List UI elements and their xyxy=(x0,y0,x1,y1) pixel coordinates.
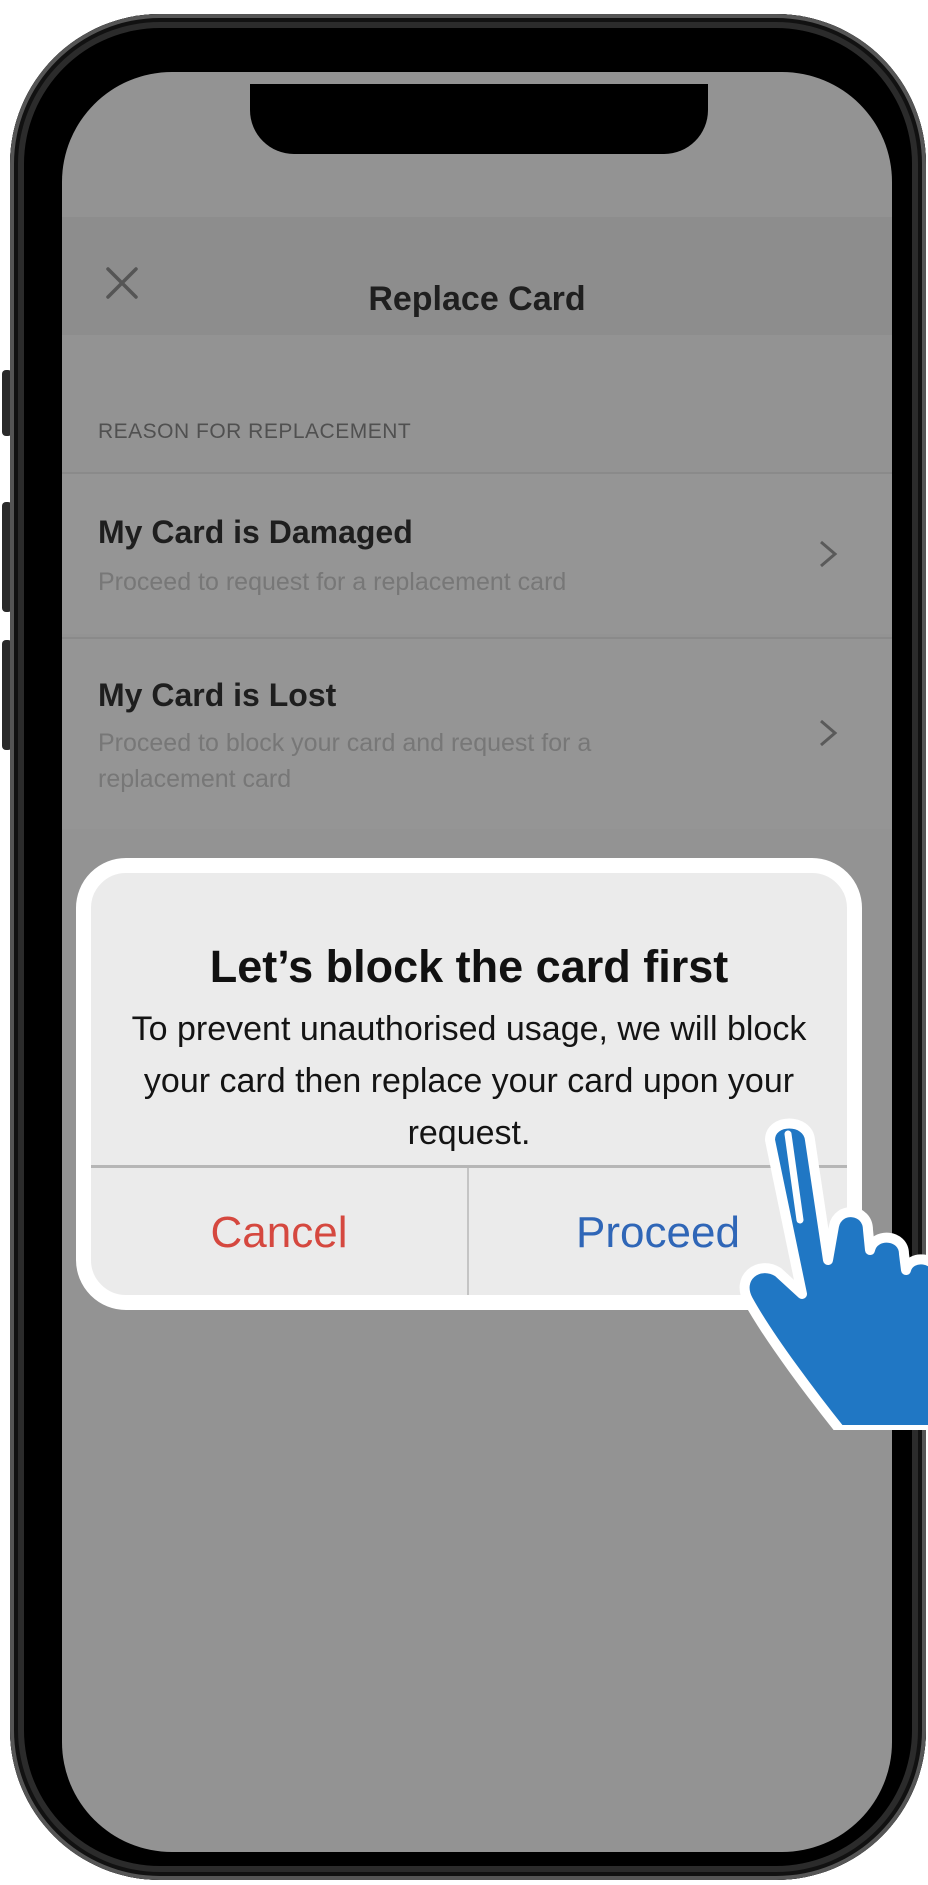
option-card-damaged[interactable]: My Card is Damaged Proceed to request fo… xyxy=(62,472,892,634)
dialog-title: Let’s block the card first xyxy=(209,941,729,992)
page-title: Replace Card xyxy=(368,280,586,318)
tutorial-illustration: Replace Card REASON FOR REPLACEMENT My C… xyxy=(0,0,928,1885)
option-subtitle: Proceed to block your card and request f… xyxy=(98,729,592,793)
option-title: My Card is Lost xyxy=(98,677,337,713)
cancel-button[interactable]: Cancel xyxy=(91,1168,469,1295)
dialog-message: To prevent unauthorised usage, we will b… xyxy=(131,1010,807,1152)
app-header: Replace Card xyxy=(62,217,892,335)
chevron-right-icon xyxy=(820,540,838,568)
pointing-hand-icon xyxy=(739,1118,928,1430)
option-card-lost[interactable]: My Card is Lost Proceed to block your ca… xyxy=(62,637,892,829)
option-title: My Card is Damaged xyxy=(98,514,413,550)
option-subtitle: Proceed to request for a replacement car… xyxy=(98,568,567,596)
section-label: REASON FOR REPLACEMENT xyxy=(98,420,412,443)
phone-notch xyxy=(250,84,708,154)
chevron-right-icon xyxy=(820,719,838,747)
